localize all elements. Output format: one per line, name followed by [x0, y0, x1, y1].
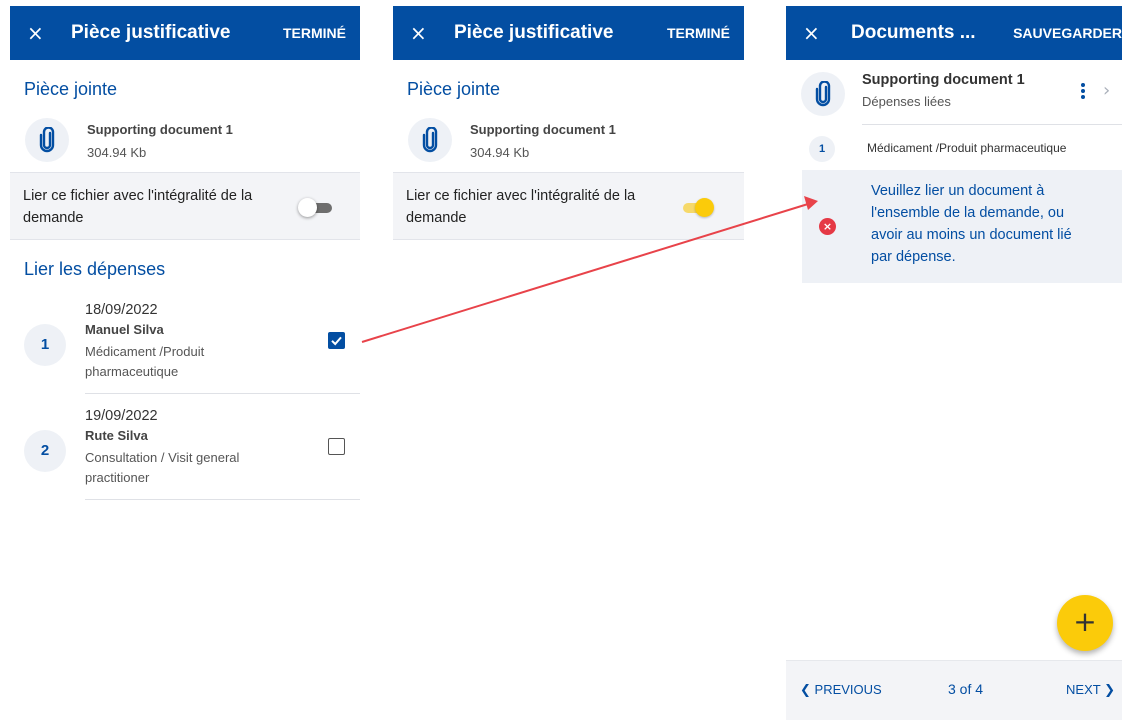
arrow-head — [804, 196, 818, 210]
annotation-arrow — [361, 196, 818, 343]
arrow-line — [361, 203, 809, 343]
